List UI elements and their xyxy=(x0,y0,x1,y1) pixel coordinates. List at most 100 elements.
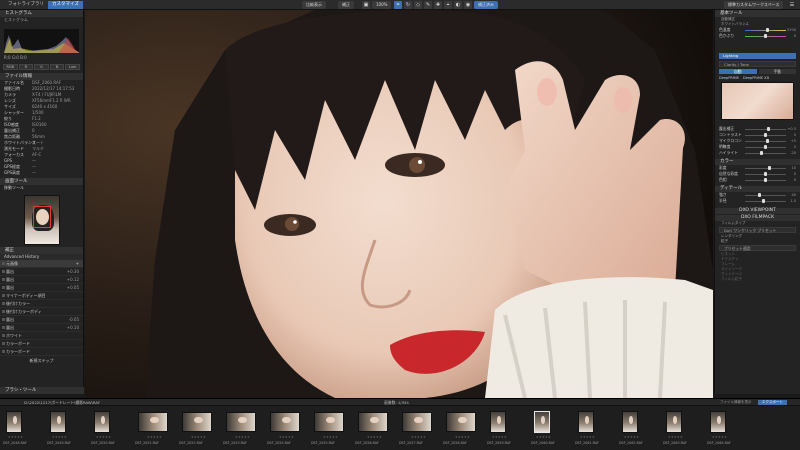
film-grain-2-row[interactable]: フィルム粒子 xyxy=(715,277,800,282)
picker-icon[interactable]: ⌖ xyxy=(444,1,452,9)
basic-tools-header[interactable]: 基本ツール xyxy=(715,10,800,17)
eye-icon[interactable]: ◉ xyxy=(464,1,472,9)
rating-stars[interactable]: ★★★★★ xyxy=(411,435,426,439)
slider-knob[interactable] xyxy=(764,178,767,182)
crop-icon[interactable]: ⌗ xyxy=(394,1,402,9)
rating-stars[interactable]: ★★★★★ xyxy=(8,435,23,439)
rating-stars[interactable]: ★★★★★ xyxy=(624,435,639,439)
history-row[interactable]: 露出 +0.30 xyxy=(0,268,83,276)
history-row[interactable]: 露出 -0.05 xyxy=(0,316,83,324)
slider-knob[interactable] xyxy=(759,151,763,155)
perspective-icon[interactable]: ◇ xyxy=(414,1,422,9)
new-step-button[interactable]: 新規ステップ xyxy=(0,358,83,364)
slider-knob[interactable] xyxy=(764,133,767,137)
filmstrip-thumbnail[interactable] xyxy=(710,411,726,433)
slider-knob[interactable] xyxy=(764,34,767,38)
apply-preset-button[interactable]: プリセット適用 xyxy=(719,245,796,251)
channel-r-button[interactable]: R xyxy=(18,64,34,70)
navigator-view-frame[interactable] xyxy=(33,206,51,228)
channel-g-button[interactable]: G xyxy=(34,64,49,70)
filmstrip-thumbnail[interactable] xyxy=(358,412,388,432)
workspace-selector[interactable]: 標準カスタムワークスペース xyxy=(724,1,784,9)
filmstrip-thumbnail[interactable] xyxy=(6,411,22,433)
viewpoint-header[interactable]: DXO VIEWPOINT xyxy=(715,208,800,214)
hue-slider[interactable]: 色相 0 xyxy=(719,177,796,183)
rating-stars[interactable]: ★★★★★ xyxy=(147,435,162,439)
filmstrip-thumbnail[interactable] xyxy=(446,412,476,432)
filmstrip-thumbnail[interactable] xyxy=(314,412,344,432)
rating-stars[interactable]: ★★★★★ xyxy=(668,435,683,439)
slider-knob[interactable] xyxy=(761,199,765,203)
filmstrip-thumbnail[interactable] xyxy=(226,412,256,432)
slider-knob[interactable] xyxy=(757,193,761,197)
slider-knob[interactable] xyxy=(764,145,767,149)
rating-stars[interactable]: ★★★★★ xyxy=(455,435,470,439)
history-row[interactable]: カラーボード xyxy=(0,340,83,348)
menu-icon[interactable]: ☰ xyxy=(788,1,796,9)
file-info-toggle[interactable]: ファイル情報を表示 xyxy=(720,399,752,406)
clarity-bar[interactable]: Clarity / Tone xyxy=(719,61,796,67)
histogram-header[interactable]: ヒストグラム xyxy=(0,10,83,17)
slider-knob[interactable] xyxy=(767,127,771,131)
mode-auto-button[interactable]: 自動 xyxy=(719,69,757,74)
filmstrip-thumbnail[interactable] xyxy=(578,411,594,433)
correction-toggle[interactable]: 補正 xyxy=(338,1,354,9)
filmstrip-thumbnail[interactable] xyxy=(138,412,168,432)
file-info-header[interactable]: ファイル情報 xyxy=(0,73,83,80)
tab-photo-library[interactable]: フォトライブラリ xyxy=(4,1,48,9)
filmstrip-thumbnail[interactable] xyxy=(270,412,300,432)
rating-stars[interactable]: ★★★★★ xyxy=(492,435,507,439)
film-preset-select[interactable]: DxO ワンクリック プリセット xyxy=(719,227,796,233)
show-corrected-button[interactable]: 補正済み xyxy=(474,1,498,9)
history-row[interactable]: カラーボード xyxy=(0,348,83,356)
film-type-row[interactable]: フィルムタイプ xyxy=(715,221,800,226)
channel-rgb-button[interactable]: RGB xyxy=(3,64,18,70)
history-row[interactable]: 元画像 + xyxy=(0,260,83,268)
rating-stars[interactable]: ★★★★★ xyxy=(96,435,111,439)
filmstrip-thumbnail[interactable] xyxy=(182,412,212,432)
channel-b-button[interactable]: B xyxy=(49,64,65,70)
filmstrip-thumbnail[interactable] xyxy=(490,411,506,433)
history-header[interactable]: 補正 xyxy=(0,247,83,254)
slider-knob[interactable] xyxy=(764,172,767,176)
lighting-bar[interactable]: Lighting xyxy=(719,53,796,59)
filmstrip-thumbnail[interactable] xyxy=(534,411,550,433)
rating-stars[interactable]: ★★★★★ xyxy=(52,435,67,439)
rating-stars[interactable]: ★★★★★ xyxy=(536,435,551,439)
rating-stars[interactable]: ★★★★★ xyxy=(367,435,382,439)
zoom-level[interactable]: 100% xyxy=(372,1,392,9)
history-row[interactable]: ホワイト xyxy=(0,332,83,340)
highlight-slider[interactable]: ハイライト -20 xyxy=(719,150,796,156)
history-row[interactable]: 後付けカラー xyxy=(0,300,83,308)
filmstrip-thumbnail[interactable] xyxy=(622,411,638,433)
export-button[interactable]: エクスポート xyxy=(758,400,787,405)
history-row[interactable]: マイナーボディー項目 xyxy=(0,292,83,300)
slider-knob[interactable] xyxy=(768,166,772,170)
rating-stars[interactable]: ★★★★★ xyxy=(323,435,338,439)
photo-canvas[interactable] xyxy=(85,10,713,398)
repair-icon[interactable]: ✚ xyxy=(434,1,442,9)
history-row[interactable]: 後付けカラーボディ xyxy=(0,308,83,316)
filmstrip-thumbnail[interactable] xyxy=(94,411,110,433)
rating-stars[interactable]: ★★★★★ xyxy=(279,435,294,439)
filmpack-header[interactable]: DXO FILMPACK xyxy=(715,215,800,221)
filmstrip-thumbnail[interactable] xyxy=(50,411,66,433)
fit-icon[interactable]: ▣ xyxy=(362,1,370,9)
navigator-thumbnail[interactable] xyxy=(24,195,60,245)
history-row[interactable]: 露出 +0.10 xyxy=(0,324,83,332)
history-row[interactable]: 露出 +0.05 xyxy=(0,284,83,292)
film-grain-row[interactable]: 粒子 xyxy=(715,239,800,244)
mode-manual-button[interactable]: 手動 xyxy=(758,69,796,74)
tab-customize[interactable]: カスタマイズ xyxy=(48,1,83,9)
brush-tools-footer[interactable]: ブラシ・ツール xyxy=(0,387,84,394)
rotate-icon[interactable]: ↻ xyxy=(404,1,412,9)
deepprime-radio[interactable]: DeepPRIME xyxy=(719,76,739,80)
folder-path[interactable]: D:\2022\1217\ポートレート\撮影RAW\RAF xyxy=(24,399,100,406)
channel-lum-button[interactable]: Lum xyxy=(65,64,80,70)
rating-stars[interactable]: ★★★★★ xyxy=(712,435,727,439)
history-row[interactable]: 露出 +0.12 xyxy=(0,276,83,284)
slider-knob[interactable] xyxy=(766,139,770,143)
navigator-header[interactable]: 画面ツール xyxy=(0,178,83,185)
sharpen-radius-slider[interactable]: 半径 1.0 xyxy=(719,198,796,204)
filmstrip-thumbnail[interactable] xyxy=(666,411,682,433)
